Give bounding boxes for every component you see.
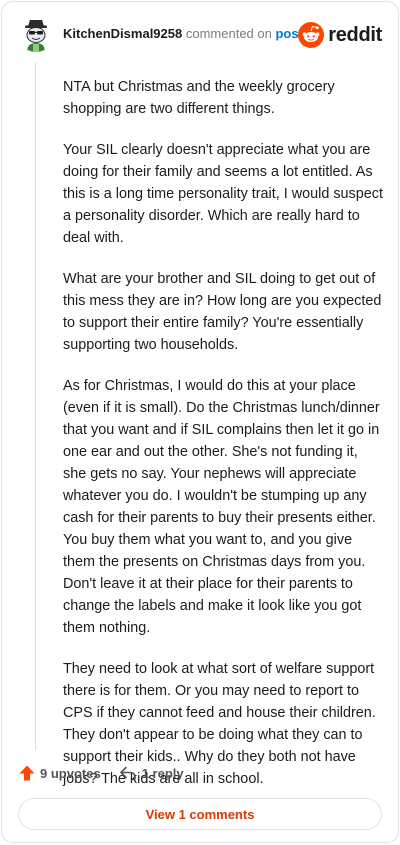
reddit-logo-icon bbox=[298, 22, 325, 48]
reddit-brand[interactable]: reddit bbox=[298, 22, 382, 48]
comment-paragraph: NTA but Christmas and the weekly grocery… bbox=[63, 79, 335, 117]
snoo-avatar-icon bbox=[18, 16, 54, 52]
reply-count: 1 reply bbox=[141, 765, 184, 781]
comment-body: NTA but Christmas and the weekly grocery… bbox=[63, 76, 383, 809]
thread-line[interactable] bbox=[35, 62, 36, 750]
comment-paragraph: What are your brother and SIL doing to g… bbox=[63, 271, 382, 353]
comment-paragraph: As for Christmas, I would do this at you… bbox=[63, 378, 380, 636]
reply-arrow-icon bbox=[119, 766, 136, 780]
username[interactable]: KitchenDismal9258 bbox=[63, 26, 182, 41]
view-comments-button[interactable]: View 1 comments bbox=[18, 798, 382, 830]
comment-header: KitchenDismal9258 commented on post redd… bbox=[2, 2, 398, 64]
upvote-arrow-icon bbox=[19, 765, 35, 781]
comment-actions: 9 upvotes 1 reply bbox=[18, 760, 184, 786]
comment-paragraph: Your SIL clearly doesn't appreciate what… bbox=[63, 142, 383, 246]
commented-on-text: commented on bbox=[185, 26, 272, 41]
comment-meta: KitchenDismal9258 commented on post bbox=[63, 26, 303, 42]
comment-card: KitchenDismal9258 commented on post redd… bbox=[1, 1, 399, 843]
reddit-wordmark: reddit bbox=[328, 24, 382, 46]
avatar[interactable] bbox=[18, 16, 54, 52]
upvote-button[interactable]: 9 upvotes bbox=[18, 764, 101, 782]
reply-button[interactable]: 1 reply bbox=[119, 764, 184, 782]
upvote-count: 9 upvotes bbox=[40, 765, 101, 781]
